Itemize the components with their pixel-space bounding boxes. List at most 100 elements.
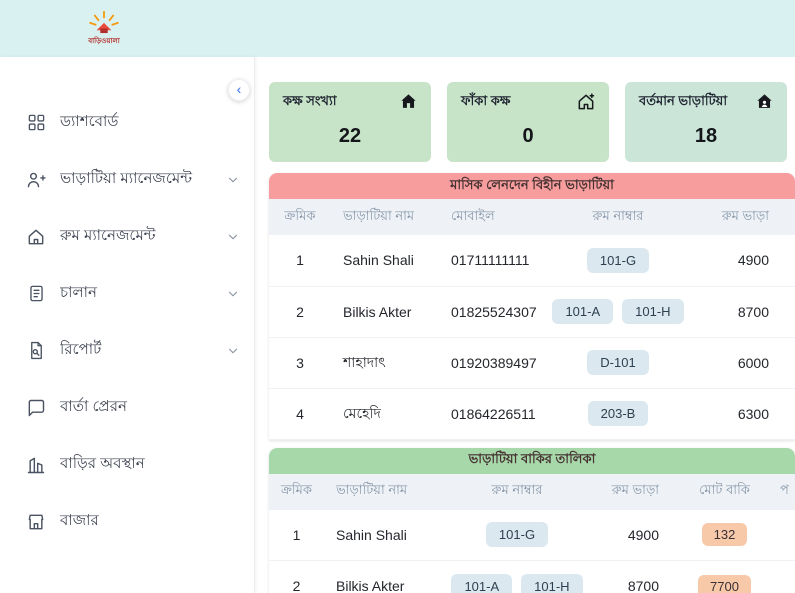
column-header: ভাড়াটিয়া নাম: [324, 474, 442, 510]
room-number-cell: D-101: [543, 337, 693, 388]
stat-card-label: বর্তমান ভাড়াটিয়া: [639, 92, 773, 113]
table-header-row: ক্রমিকভাড়াটিয়া নামরুম নাম্বাররুম ভাড়া…: [269, 474, 795, 510]
stat-card-empty-rooms: ফাঁকা কক্ষ0: [447, 82, 609, 162]
column-header: ভাড়াটিয়া নাম: [331, 199, 443, 235]
room-number-badge: D-101: [587, 350, 648, 375]
layout: ড্যাশবোর্ড ভাড়াটিয়া ম্যানেজমেন্ট রুম ম্য…: [0, 57, 795, 593]
action-cell: [772, 510, 795, 561]
sidebar-item-tenant-management[interactable]: ভাড়াটিয়া ম্যানেজমেন্ট: [0, 151, 254, 208]
room-rent-cell: 4900: [693, 235, 795, 286]
market-icon: [26, 512, 46, 532]
app-logo[interactable]: বাড়িওয়ালা: [86, 10, 122, 47]
sidebar-collapse-button[interactable]: ‹: [228, 79, 250, 101]
total-due-badge: 7700: [698, 575, 751, 593]
invoice-icon: [26, 284, 46, 304]
stat-card-label: কক্ষ সংখ্যা: [283, 92, 417, 113]
chevron-down-icon: [226, 287, 240, 301]
column-header: রুম নাম্বার: [543, 199, 693, 235]
sidebar-item-invoice[interactable]: চালান: [0, 265, 254, 322]
sidebar-item-label: চালান: [60, 281, 226, 306]
report-icon: [26, 341, 46, 361]
sidebar-item-room-management[interactable]: রুম ম্যানেজমেন্ট: [0, 208, 254, 265]
room-number-badge: 101-G: [486, 522, 548, 547]
sidebar-item-report[interactable]: রিপোর্ট: [0, 322, 254, 379]
serial-cell: 2: [269, 561, 324, 593]
tenant-name-cell: মেহেদি: [331, 388, 443, 439]
stat-card-value: 0: [461, 125, 595, 148]
sidebar-item-label: ড্যাশবোর্ড: [60, 110, 240, 135]
tenant-icon: [26, 170, 46, 190]
room-badges: D-101: [587, 350, 648, 375]
table-header-row: ক্রমিকভাড়াটিয়া নামমোবাইলরুম নাম্বাররুম…: [269, 199, 795, 235]
room-number-badge: 203-B: [588, 401, 649, 426]
sidebar-item-label: ভাড়াটিয়া ম্যানেজমেন্ট: [60, 167, 226, 192]
sidebar-item-label: রুম ম্যানেজমেন্ট: [60, 224, 226, 249]
sidebar-item-dashboard[interactable]: ড্যাশবোর্ড: [0, 94, 254, 151]
room-rent-cell: 8700: [592, 561, 677, 593]
total-due-badge: 132: [702, 523, 748, 546]
stat-card-value: 18: [639, 125, 773, 148]
column-header: রুম ভাড়া: [693, 199, 795, 235]
dues-table: ক্রমিকভাড়াটিয়া নামরুম নাম্বাররুম ভাড়া…: [269, 474, 795, 593]
dashboard-icon: [26, 113, 46, 133]
room-number-cell: 203-B: [543, 388, 693, 439]
room-badges: 101-A101-H: [552, 299, 683, 324]
stat-card-value: 22: [283, 125, 417, 148]
location-icon: [26, 455, 46, 475]
column-header: ক্রমিক: [269, 199, 331, 235]
column-header: ক্রমিক: [269, 474, 324, 510]
room-number-badge: 101-H: [622, 299, 683, 324]
serial-cell: 3: [269, 337, 331, 388]
tenant-name-cell: Sahin Shali: [331, 235, 443, 286]
dues-table-wrap: ক্রমিকভাড়াটিয়া নামরুম নাম্বাররুম ভাড়া…: [269, 474, 795, 593]
sun-house-logo-icon: [86, 10, 122, 34]
room-rent-cell: 6300: [693, 388, 795, 439]
room-badges: 203-B: [588, 401, 649, 426]
tenant-name-cell: Sahin Shali: [324, 510, 442, 561]
dues-panel: ভাড়াটিয়া বাকির তালিকা ক্রমিকভাড়াটিয়া…: [269, 448, 795, 593]
mobile-cell: 01864226511: [443, 388, 543, 439]
home-plus-icon: [576, 92, 596, 117]
home-icon: [399, 92, 418, 116]
action-cell: [772, 561, 795, 593]
room-number-cell: 101-G: [442, 510, 592, 561]
sidebar-item-label: বাড়ির অবস্থান: [60, 452, 240, 477]
tenant-name-cell: শাহাদাৎ: [331, 337, 443, 388]
no-transaction-table: ক্রমিকভাড়াটিয়া নামমোবাইলরুম নাম্বাররুম…: [269, 199, 795, 440]
sidebar-item-market[interactable]: বাজার: [0, 493, 254, 550]
chevron-down-icon: [226, 344, 240, 358]
serial-cell: 2: [269, 286, 331, 337]
serial-cell: 1: [269, 510, 324, 561]
total-due-cell: 7700: [677, 561, 772, 593]
tenant-name-cell: Bilkis Akter: [331, 286, 443, 337]
table-row: 2Bilkis Akter01825524307101-A101-H8700: [269, 286, 795, 337]
chevron-down-icon: [226, 230, 240, 244]
room-number-cell: 101-G: [543, 235, 693, 286]
table-row: 4মেহেদি01864226511 203-B 6300: [269, 388, 795, 439]
no-transaction-panel-title: মাসিক লেনদেন বিহীন ভাড়াটিয়া: [269, 173, 795, 199]
column-header: রুম ভাড়া: [592, 474, 677, 510]
serial-cell: 4: [269, 388, 331, 439]
serial-cell: 1: [269, 235, 331, 286]
room-icon: [26, 227, 46, 247]
column-header: রুম নাম্বার: [442, 474, 592, 510]
table-row: 3শাহাদাৎ01920389497D-1016000: [269, 337, 795, 388]
column-header: মোবাইল: [443, 199, 543, 235]
sidebar-item-house-location[interactable]: বাড়ির অবস্থান: [0, 436, 254, 493]
room-number-badge: 101-G: [587, 248, 649, 273]
column-header: প: [772, 474, 795, 510]
sidebar-item-send-message[interactable]: বার্তা প্রেরন: [0, 379, 254, 436]
no-transaction-table-wrap: ক্রমিকভাড়াটিয়া নামমোবাইলরুম নাম্বাররুম…: [269, 199, 795, 440]
room-number-cell: 101-A101-H: [543, 286, 693, 337]
logo-text: বাড়িওয়ালা: [88, 35, 119, 47]
column-header: মোট বাকি: [677, 474, 772, 510]
table-row: 1Sahin Shali101-G4900132: [269, 510, 795, 561]
room-badges: 101-G: [486, 522, 548, 547]
total-due-cell: 132: [677, 510, 772, 561]
mobile-cell: 01711111111: [443, 235, 543, 286]
mobile-cell: 01920389497: [443, 337, 543, 388]
room-number-cell: 101-A101-H: [442, 561, 592, 593]
top-header: বাড়িওয়ালা: [0, 0, 795, 57]
main-content: কক্ষ সংখ্যা22ফাঁকা কক্ষ0বর্তমান ভাড়াটিয…: [255, 57, 795, 593]
mobile-cell: 01825524307: [443, 286, 543, 337]
